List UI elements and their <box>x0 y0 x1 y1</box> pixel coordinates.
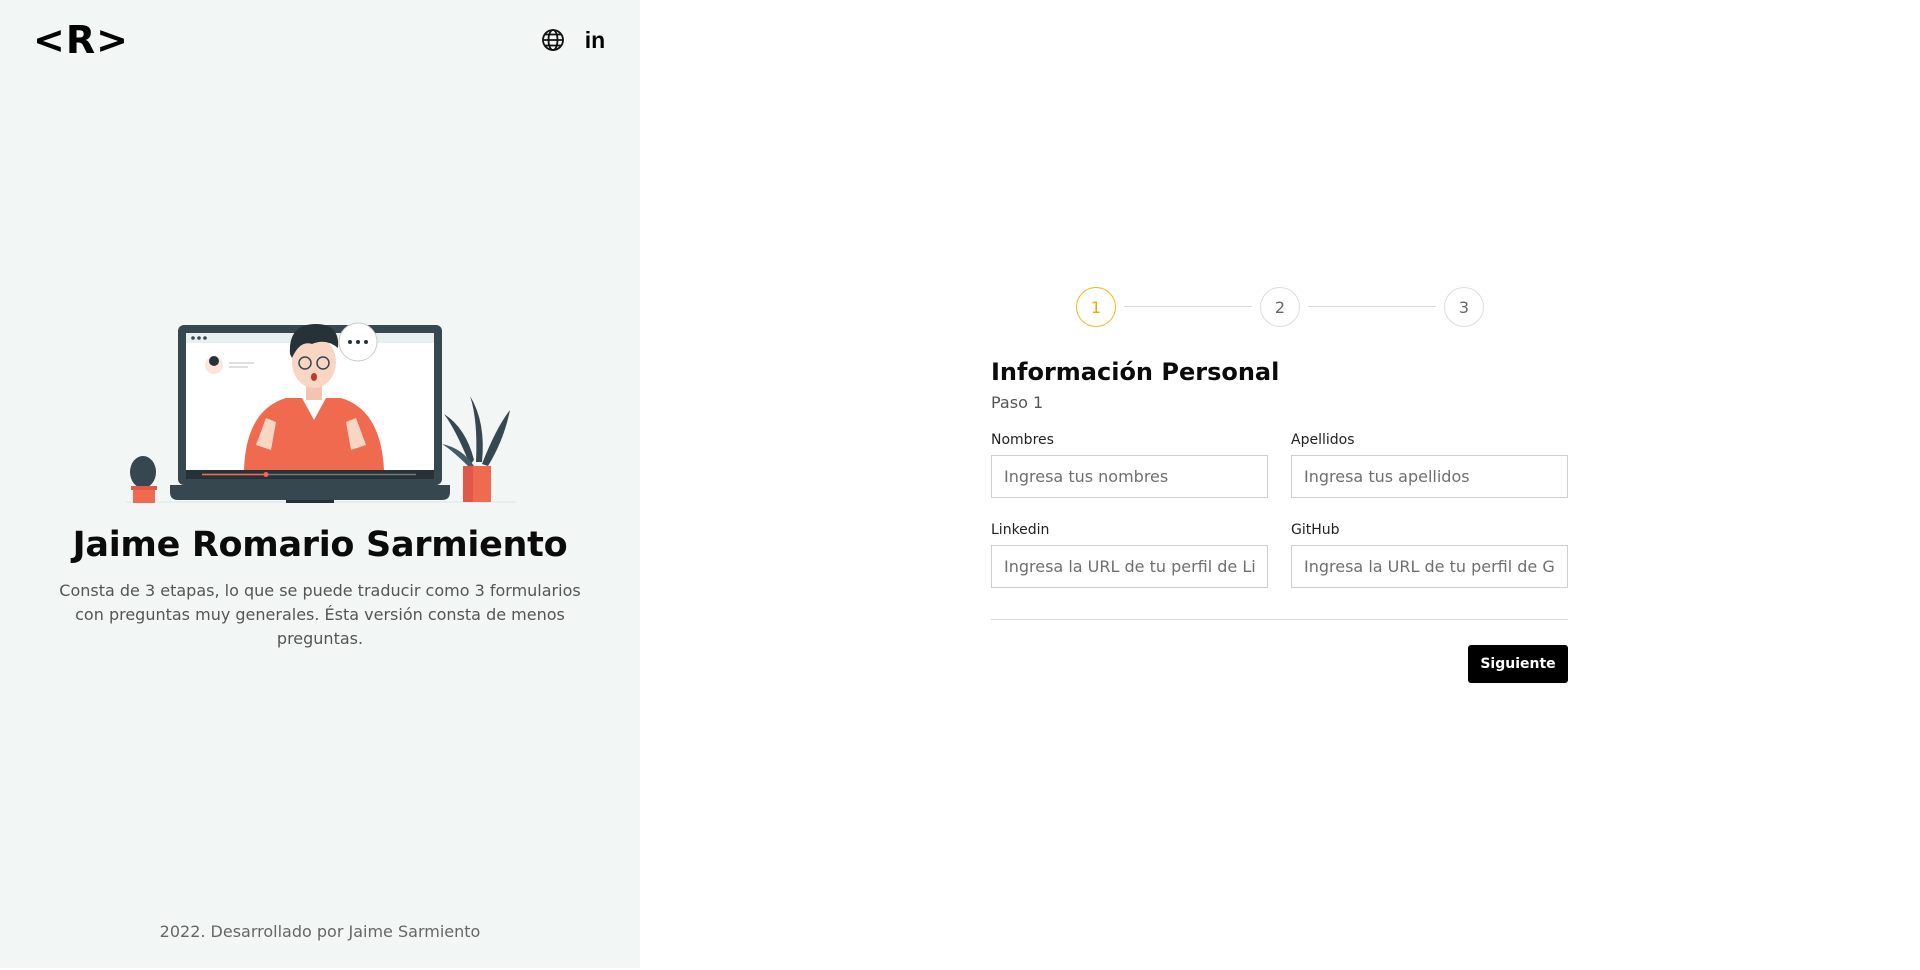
step-connector <box>1308 306 1436 307</box>
globe-icon[interactable] <box>540 27 566 53</box>
footer-credit: 2022. Desarrollado por Jaime Sarmiento <box>159 922 481 941</box>
apellidos-label: Apellidos <box>1291 432 1355 448</box>
video-call-illustration <box>126 310 516 510</box>
nombres-label: Nombres <box>991 432 1054 448</box>
github-label: GitHub <box>1291 522 1340 538</box>
profile-description: Consta de 3 etapas, lo que se puede trad… <box>59 581 581 648</box>
left-panel: <R> in Jaime Romario Sarmiento Consta de… <box>0 0 640 968</box>
step-3[interactable]: 3 <box>1444 287 1484 327</box>
profile-name: Jaime Romario Sarmiento <box>72 525 568 565</box>
step-2[interactable]: 2 <box>1260 287 1300 327</box>
step-1[interactable]: 1 <box>1076 287 1116 327</box>
form-step-subtitle: Paso 1 <box>991 393 1044 412</box>
apellidos-input[interactable] <box>1291 455 1568 498</box>
next-button[interactable]: Siguiente <box>1468 645 1568 683</box>
linkedin-icon-text: in <box>584 26 606 53</box>
linkedin-icon[interactable]: in <box>582 27 608 53</box>
logo[interactable]: <R> <box>33 18 129 62</box>
step-connector <box>1124 306 1252 307</box>
github-url-input[interactable] <box>1291 545 1568 588</box>
form-stepper: 1 2 3 <box>1076 287 1484 327</box>
social-links: in <box>540 27 608 53</box>
form-divider <box>991 619 1568 620</box>
linkedin-label: Linkedin <box>991 522 1050 538</box>
nombres-input[interactable] <box>991 455 1268 498</box>
linkedin-url-input[interactable] <box>991 545 1268 588</box>
form-title: Información Personal <box>991 358 1280 386</box>
